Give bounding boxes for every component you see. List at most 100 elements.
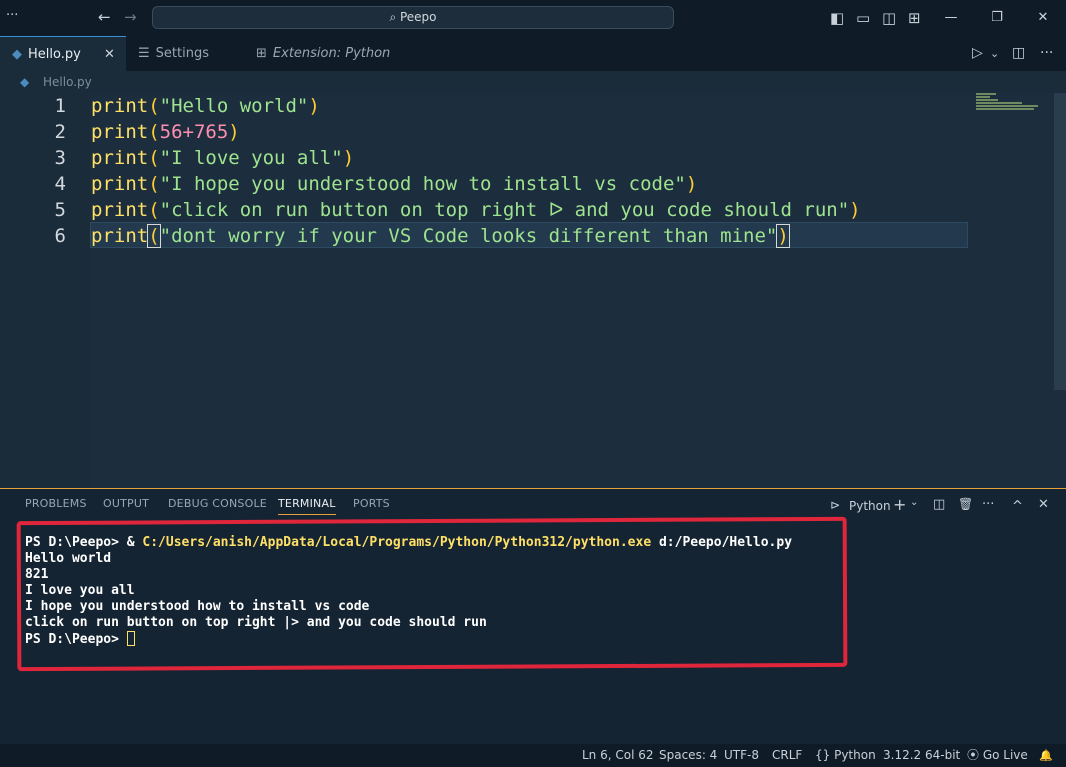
editor-scrollbar[interactable] (1054, 93, 1066, 390)
tab-ports[interactable]: PORTS (353, 497, 390, 510)
terminal-prompt-line[interactable]: PS D:\Peepo> (25, 631, 135, 647)
code-text[interactable]: print("click on run button on top right … (91, 197, 861, 223)
python-icon: ◆ (12, 47, 22, 62)
maximize-panel-icon[interactable]: ^ (1012, 499, 1023, 514)
tab-debug-console[interactable]: DEBUG CONSOLE (168, 497, 267, 510)
tab-settings[interactable]: ☰ Settings (126, 36, 244, 71)
code-line[interactable]: 1 print("Hello world") (0, 93, 1000, 119)
minimize-button[interactable]: — (928, 0, 974, 36)
cursor-position[interactable]: Ln 6, Col 62 (582, 744, 654, 767)
forward-arrow-icon[interactable]: → (124, 8, 137, 26)
run-icon[interactable]: ▷ (972, 36, 983, 71)
code-token: "I hope you understood how to install vs… (159, 173, 686, 195)
code-line[interactable]: 3 print("I love you all") (0, 145, 1000, 171)
terminal-output-line: 821 (25, 567, 49, 582)
python-icon: ◆ (20, 75, 30, 89)
code-token: ( (148, 95, 160, 117)
code-line[interactable]: 4 print("I hope you understood how to ins… (0, 171, 1000, 197)
status-bar: Ln 6, Col 62 Spaces: 4 UTF-8 CRLF {} Pyt… (0, 744, 1066, 767)
terminal-cursor (126, 631, 135, 646)
code-token: print (91, 95, 149, 117)
code-token: ( (148, 173, 160, 195)
code-text[interactable]: print(56+765) (91, 119, 240, 145)
editor-tab-bar: ◆ Hello.py ✕ ☰ Settings ⊞ Extension: Python (0, 36, 1066, 71)
terminal-command-line: PS D:\Peepo> & C:/Users/anish/AppData/Lo… (25, 535, 793, 550)
code-token: ) (776, 224, 790, 248)
code-token: print (91, 147, 149, 169)
code-text[interactable]: print("Hello world") (91, 93, 320, 119)
line-endings[interactable]: CRLF (772, 744, 802, 767)
code-token: ) (308, 95, 320, 117)
code-text[interactable]: print("dont worry if your VS Code looks … (91, 223, 790, 249)
line-number: 2 (54, 121, 66, 143)
code-line[interactable]: 5 print("click on run button on top right… (0, 197, 1000, 223)
menu-icon[interactable]: ··· (6, 8, 18, 23)
title-bar: ··· ← → ⌕ Peepo ◧ ▭ ◫ ⊞ — ❐ ✕ (0, 0, 1066, 36)
terminal-output-line: I love you all (25, 583, 135, 598)
code-token: ) (685, 173, 698, 195)
terminal-output-line: click on run button on top right |> and … (25, 615, 487, 630)
tab-extension-python[interactable]: ⊞ Extension: Python (244, 36, 394, 71)
tab-problems[interactable]: PROBLEMS (25, 497, 87, 510)
breadcrumb-file[interactable]: Hello.py (43, 71, 92, 93)
code-token: "click on run button on top right ᐅ and … (159, 199, 850, 221)
code-token: ) (849, 199, 861, 221)
toggle-primary-sidebar-icon[interactable]: ◧ (830, 9, 844, 27)
language-mode[interactable]: {} Python (815, 744, 876, 767)
code-editor[interactable]: 1 print("Hello world") 2 print(56+765) 3 prin… (0, 93, 1066, 488)
tab-label: Extension: Python (272, 46, 391, 61)
tab-terminal[interactable]: TERMINAL (278, 497, 336, 515)
encoding[interactable]: UTF-8 (724, 744, 759, 767)
code-token: ( (148, 199, 160, 221)
code-token: "I love you all" (159, 147, 343, 169)
restore-button[interactable]: ❐ (974, 0, 1020, 36)
more-icon[interactable]: ··· (982, 497, 994, 512)
minimap[interactable] (976, 93, 1048, 113)
code-token: ( (148, 121, 160, 143)
command-center-search[interactable]: ⌕ Peepo (152, 6, 674, 29)
tab-output[interactable]: OUTPUT (103, 497, 149, 510)
extension-icon: ⊞ (256, 46, 267, 61)
trash-icon[interactable]: 🗑 (958, 497, 973, 511)
bottom-panel: PROBLEMS OUTPUT DEBUG CONSOLE TERMINAL P… (0, 488, 1066, 744)
code-text[interactable]: print("I hope you understood how to inst… (91, 171, 697, 197)
terminal-output-line: I hope you understood how to install vs … (25, 599, 370, 614)
code-token: print (91, 225, 149, 247)
line-number: 5 (54, 199, 66, 221)
new-terminal-icon[interactable]: + (893, 495, 906, 514)
code-token: ) (228, 121, 240, 143)
split-terminal-icon[interactable]: ◫ (933, 497, 945, 512)
code-token: ( (147, 224, 161, 248)
split-editor-icon[interactable]: ◫ (1012, 36, 1025, 71)
code-line[interactable]: 2 print(56+765) (0, 119, 1000, 145)
close-window-button[interactable]: ✕ (1020, 0, 1066, 36)
terminal-name[interactable]: Python (849, 499, 891, 513)
settings-icon: ☰ (138, 46, 150, 61)
chevron-down-icon[interactable]: ⌄ (990, 36, 999, 71)
line-number: 1 (54, 95, 66, 117)
code-line[interactable]: 6 print("dont worry if your VS Code looks… (0, 223, 1000, 249)
close-tab-icon[interactable]: ✕ (104, 37, 115, 72)
more-actions-icon[interactable]: ··· (1040, 36, 1053, 71)
code-text[interactable]: print("I love you all") (91, 145, 354, 171)
tab-label: Hello.py (28, 47, 81, 62)
indentation[interactable]: Spaces: 4 (659, 744, 717, 767)
terminal-icon: ⊳ (830, 498, 841, 512)
terminal-output-line: Hello world (25, 551, 112, 566)
customize-layout-icon[interactable]: ⊞ (908, 9, 921, 27)
close-panel-icon[interactable]: ✕ (1038, 497, 1049, 512)
chevron-down-icon[interactable]: ⌄ (910, 497, 918, 508)
toggle-secondary-sidebar-icon[interactable]: ◫ (882, 9, 896, 27)
python-interpreter[interactable]: 3.12.2 64-bit (883, 744, 960, 767)
notifications-bell-icon[interactable]: 🔔 (1039, 744, 1053, 767)
tab-hello-py[interactable]: ◆ Hello.py ✕ (0, 36, 126, 71)
tab-label: Settings (155, 46, 209, 61)
line-number: 3 (54, 147, 66, 169)
toggle-panel-icon[interactable]: ▭ (856, 9, 870, 27)
code-token: 56+765 (159, 121, 229, 143)
breadcrumb[interactable]: ◆ Hello.py (0, 71, 1066, 93)
code-token: "dont worry if your VS Code looks differ… (159, 225, 778, 247)
code-token: print (91, 173, 149, 195)
back-arrow-icon[interactable]: ← (98, 8, 111, 26)
go-live-button[interactable]: ⦿ Go Live (967, 744, 1028, 767)
